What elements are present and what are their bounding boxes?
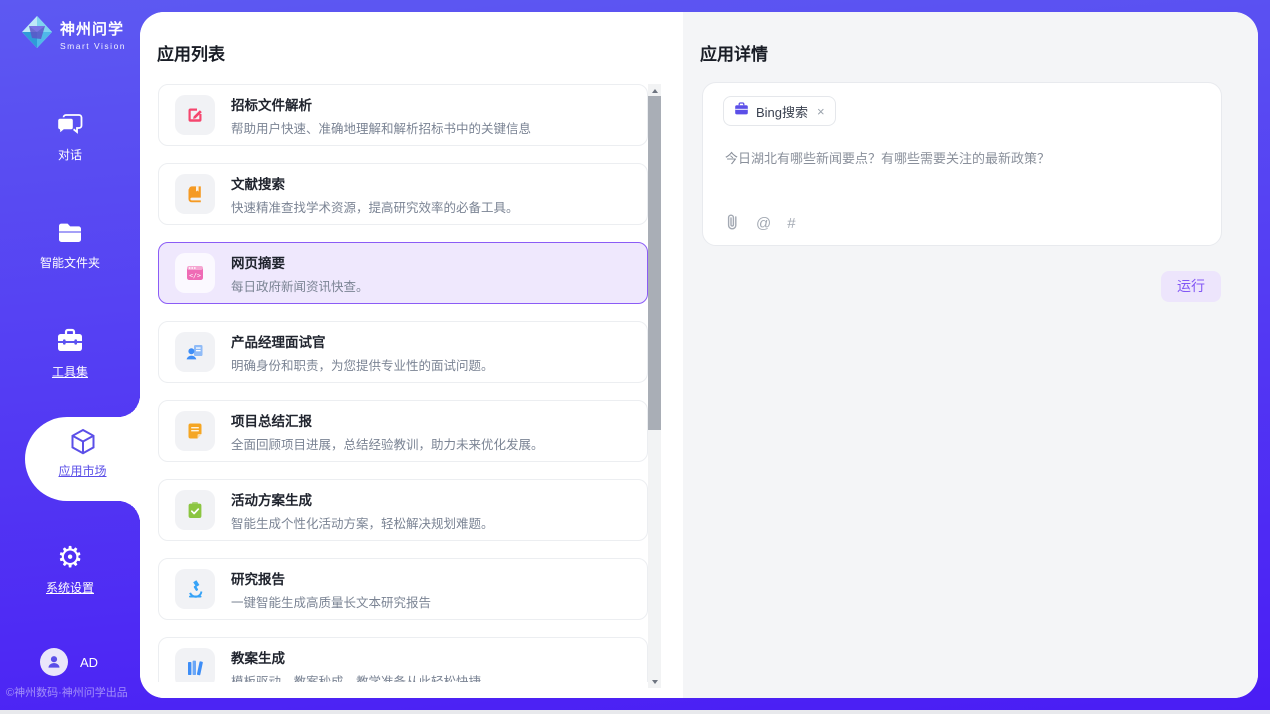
sidebar-item-label: 对话 (0, 146, 140, 163)
app-description: 明确身份和职责，为您提供专业性的面试问题。 (231, 355, 494, 374)
logo-subtitle: Smart Vision (60, 41, 126, 51)
app-description: 每日政府新闻资讯快查。 (231, 276, 369, 295)
app-list-scrollbar[interactable] (648, 84, 661, 688)
app-title: 文献搜索 (231, 173, 519, 193)
books-icon (175, 648, 215, 682)
logo-diamond-icon (20, 14, 54, 55)
chat-icon (0, 112, 140, 138)
app-list-panel: 应用列表 招标文件解析 帮助用户快速、准确地理解和解析招标书中的关键信息 (140, 12, 683, 698)
run-button[interactable]: 运行 (1161, 271, 1221, 302)
sidebar: 神州问学 Smart Vision 对话 智能文件夹 (0, 0, 140, 710)
app-card-webpage-summary[interactable]: </> 网页摘要 每日政府新闻资讯快查。 (158, 242, 648, 304)
app-logo: 神州问学 Smart Vision (20, 14, 126, 55)
hashtag-icon[interactable]: # (787, 216, 795, 232)
app-list-title: 应用列表 (157, 40, 225, 65)
attachment-icon[interactable] (725, 213, 740, 235)
sidebar-item-label: 应用市场 (25, 462, 140, 479)
app-card-project-summary[interactable]: 项目总结汇报 全面回顾项目进展，总结经验教训，助力未来优化发展。 (158, 400, 648, 462)
svg-text:</>: </> (189, 272, 201, 280)
app-card-pm-interviewer[interactable]: 产品经理面试官 明确身份和职责，为您提供专业性的面试问题。 (158, 321, 648, 383)
app-card-lesson-plan[interactable]: 教案生成 模板驱动，教案秒成，教学准备从此轻松快捷 (158, 637, 648, 682)
scroll-down-button[interactable] (648, 675, 661, 688)
interviewer-icon (175, 332, 215, 372)
scroll-up-arrow-icon (652, 89, 658, 93)
app-card-literature-search[interactable]: 文献搜索 快速精准查找学术资源，提高研究效率的必备工具。 (158, 163, 648, 225)
sidebar-item-system-settings[interactable]: ⚙ 系统设置 (0, 543, 140, 596)
app-details-title: 应用详情 (700, 40, 768, 65)
app-details-panel: 应用详情 Bing搜索 × 今日湖北有哪些新闻要点？有哪些需要关注的最新政策？ (683, 12, 1258, 698)
close-icon[interactable]: × (817, 104, 825, 119)
app-list: 招标文件解析 帮助用户快速、准确地理解和解析招标书中的关键信息 文献搜索 快速精… (158, 84, 648, 682)
clipboard-check-icon (175, 490, 215, 530)
app-title: 教案生成 (231, 647, 481, 667)
folder-icon (0, 220, 140, 246)
user-name: AD (80, 655, 98, 670)
app-card-research-report[interactable]: 研究报告 一键智能生成高质量长文本研究报告 (158, 558, 648, 620)
logo-title: 神州问学 (60, 18, 126, 39)
sidebar-item-label: 智能文件夹 (0, 254, 140, 271)
user-account[interactable]: AD (40, 648, 98, 676)
briefcase-icon (734, 102, 749, 121)
app-card-bid-analysis[interactable]: 招标文件解析 帮助用户快速、准确地理解和解析招标书中的关键信息 (158, 84, 648, 146)
tool-chip-bing-search[interactable]: Bing搜索 × (723, 96, 836, 126)
app-card-event-plan[interactable]: 活动方案生成 智能生成个性化活动方案，轻松解决规划难题。 (158, 479, 648, 541)
gear-icon: ⚙ (0, 543, 140, 571)
app-title: 研究报告 (231, 568, 431, 588)
copyright-footer: ©神州数码·神州问学出品 (6, 684, 128, 700)
avatar (40, 648, 68, 676)
mention-icon[interactable]: @ (756, 216, 771, 232)
browser-code-icon: </> (175, 253, 215, 293)
scroll-down-arrow-icon (652, 680, 658, 684)
cube-icon (25, 427, 140, 462)
book-icon (175, 174, 215, 214)
app-description: 智能生成个性化活动方案，轻松解决规划难题。 (231, 513, 494, 532)
query-input[interactable]: 今日湖北有哪些新闻要点？有哪些需要关注的最新政策？ (725, 149, 1195, 169)
sidebar-item-chat[interactable]: 对话 (0, 112, 140, 163)
app-title: 网页摘要 (231, 252, 369, 272)
app-title: 活动方案生成 (231, 489, 494, 509)
app-title: 招标文件解析 (231, 94, 531, 114)
app-description: 快速精准查找学术资源，提高研究效率的必备工具。 (231, 197, 519, 216)
app-description: 模板驱动，教案秒成，教学准备从此轻松快捷 (231, 671, 481, 683)
tool-chip-label: Bing搜索 (756, 102, 808, 121)
app-description: 全面回顾项目进展，总结经验教训，助力未来优化发展。 (231, 434, 544, 453)
app-background: 神州问学 Smart Vision 对话 智能文件夹 (0, 0, 1270, 710)
app-title: 项目总结汇报 (231, 410, 544, 430)
sidebar-item-smart-folder[interactable]: 智能文件夹 (0, 220, 140, 271)
microscope-icon (175, 569, 215, 609)
query-card: Bing搜索 × 今日湖北有哪些新闻要点？有哪些需要关注的最新政策？ @ # (702, 82, 1222, 246)
input-toolbar: @ # (725, 213, 796, 235)
page-bottom-strip (0, 710, 1270, 714)
sidebar-item-label: 系统设置 (0, 579, 140, 596)
app-description: 帮助用户快速、准确地理解和解析招标书中的关键信息 (231, 118, 531, 137)
edit-document-icon (175, 95, 215, 135)
memo-icon (175, 411, 215, 451)
sidebar-item-label: 工具集 (0, 363, 140, 380)
app-description: 一键智能生成高质量长文本研究报告 (231, 592, 431, 611)
main-panel: 应用列表 招标文件解析 帮助用户快速、准确地理解和解析招标书中的关键信息 (140, 12, 1258, 698)
app-title: 产品经理面试官 (231, 331, 494, 351)
scrollbar-thumb[interactable] (648, 96, 661, 430)
toolbox-icon (0, 327, 140, 355)
sidebar-item-toolset[interactable]: 工具集 (0, 327, 140, 380)
sidebar-item-app-market[interactable]: 应用市场 (25, 417, 140, 501)
